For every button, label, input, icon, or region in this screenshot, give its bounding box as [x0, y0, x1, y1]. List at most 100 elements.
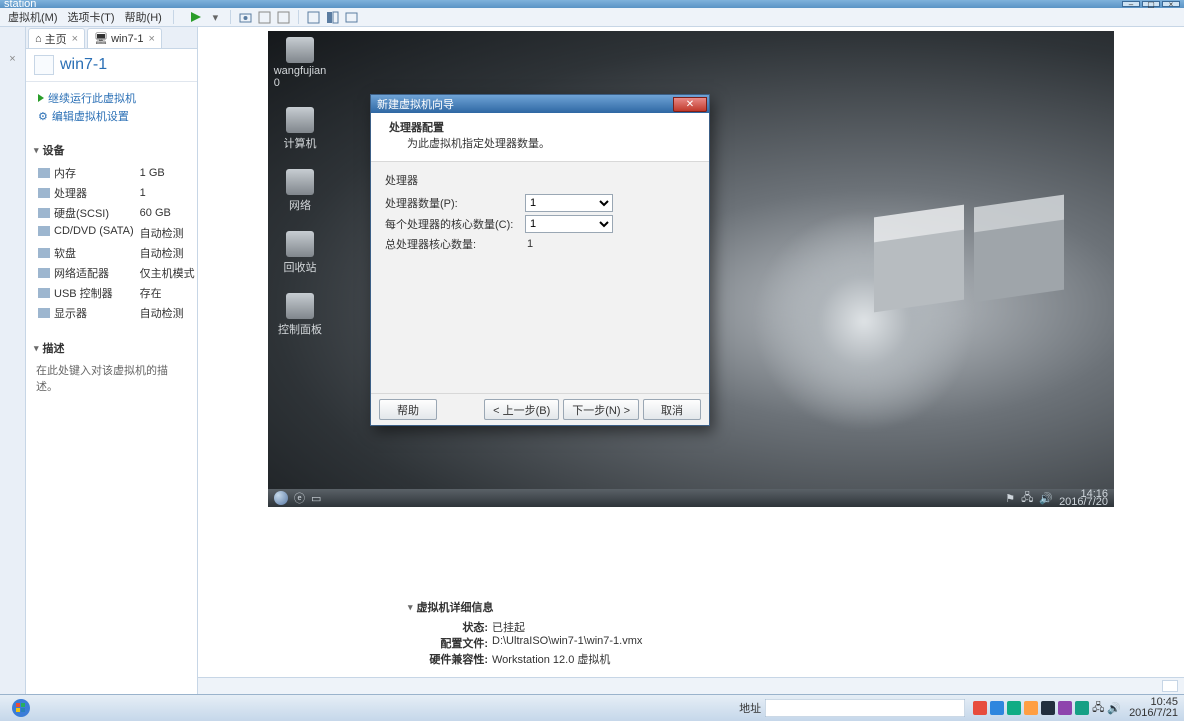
guest-taskbar[interactable]: ⓔ ▭ ⚑ 🖧 🔊 14:16 2016/7/20 — [268, 489, 1114, 507]
desktop-icon-label: 网络 — [289, 197, 311, 213]
close-button[interactable]: × — [1162, 1, 1180, 7]
maximize-button[interactable]: ▢ — [1142, 1, 1160, 7]
menu-bar: 虚拟机(M) 选项卡(T) 帮助(H) ▾ — [0, 8, 1184, 27]
menu-help[interactable]: 帮助(H) — [123, 9, 164, 25]
dropdown-icon[interactable]: ▾ — [208, 10, 223, 25]
status-corner-icon[interactable] — [1162, 680, 1178, 692]
tray-network-icon[interactable]: 🖧 — [1021, 489, 1033, 508]
desktop-icon-label: 回收站 — [284, 259, 317, 275]
play-icon[interactable] — [189, 10, 204, 25]
description-header[interactable]: 描述 — [34, 340, 189, 356]
device-row[interactable]: 软盘自动检测 — [36, 244, 197, 262]
detail-compat-key: 硬件兼容性: — [424, 651, 488, 667]
gear-icon: ⚙ — [38, 110, 48, 123]
tray-volume-icon[interactable]: 🔊 — [1039, 492, 1053, 505]
app-title-bar: station – ▢ × — [0, 0, 1184, 8]
description-placeholder[interactable]: 在此处键入对该虚拟机的描述。 — [34, 360, 189, 394]
console-icon[interactable] — [344, 10, 359, 25]
toolbar-icon-1[interactable] — [257, 10, 272, 25]
wizard-cancel-button[interactable]: 取消 — [643, 399, 701, 420]
menu-vm[interactable]: 虚拟机(M) — [6, 9, 60, 25]
host-start-button[interactable] — [6, 698, 36, 719]
processor-count-label: 处理器数量(P): — [385, 195, 525, 211]
device-row[interactable]: CD/DVD (SATA)自动检测 — [36, 224, 197, 242]
new-vm-wizard-dialog: 新建虚拟机向导 ✕ 处理器配置 为此虚拟机指定处理器数量。 处理器 处理器数量(… — [370, 94, 710, 426]
tray-volume-icon[interactable]: 🔊 — [1107, 702, 1121, 715]
guest-clock-date: 2016/7/20 — [1059, 498, 1108, 506]
tray-icon[interactable] — [1058, 701, 1072, 715]
host-clock[interactable]: 10:45 2016/7/21 — [1129, 697, 1178, 719]
action-continue-vm[interactable]: 继续运行此虚拟机 — [38, 90, 187, 106]
toolbar-icon-2[interactable] — [276, 10, 291, 25]
wizard-title-bar[interactable]: 新建虚拟机向导 ✕ — [371, 95, 709, 113]
menu-tabs[interactable]: 选项卡(T) — [66, 9, 117, 25]
fullscreen-icon[interactable] — [306, 10, 321, 25]
guest-screen[interactable]: wangfujian 0 计算机网络回收站控制面板 新建虚拟机向导 ✕ 处理器配置… — [268, 31, 1114, 507]
desktop-icon-image — [286, 37, 314, 63]
minimize-button[interactable]: – — [1122, 1, 1140, 7]
wizard-close-button[interactable]: ✕ — [673, 97, 707, 112]
left-panel-collapse[interactable]: × — [0, 27, 26, 694]
desktop-icon[interactable]: 计算机 — [276, 107, 324, 151]
guest-clock[interactable]: 14:16 2016/7/20 — [1059, 490, 1108, 506]
desktop-icon-label: 控制面板 — [278, 321, 322, 337]
tab-home[interactable]: ⌂ 主页 × — [28, 28, 85, 48]
device-value: 仅主机模式 — [138, 264, 197, 282]
home-icon: ⌂ — [35, 33, 42, 45]
close-icon[interactable]: × — [9, 53, 15, 694]
tab-close-icon[interactable]: × — [148, 33, 154, 45]
tab-close-icon[interactable]: × — [72, 33, 78, 45]
vm-details-header[interactable]: 虚拟机详细信息 — [408, 599, 1184, 615]
device-value: 60 GB — [138, 204, 197, 222]
device-icon — [38, 288, 50, 298]
tray-icon[interactable] — [1075, 701, 1089, 715]
action-edit-settings[interactable]: ⚙ 编辑虚拟机设置 — [38, 108, 187, 124]
device-value: 自动检测 — [138, 244, 197, 262]
tray-icon[interactable] — [1024, 701, 1038, 715]
devices-header[interactable]: 设备 — [34, 142, 189, 158]
device-row[interactable]: 网络适配器 仅主机模式 — [36, 264, 197, 282]
desktop-icon-image — [286, 169, 314, 195]
wizard-help-button[interactable]: 帮助 — [379, 399, 437, 420]
device-value: 1 — [138, 184, 197, 202]
device-row[interactable]: 处理器1 — [36, 184, 197, 202]
tray-icon[interactable] — [1007, 701, 1021, 715]
detail-config-key: 配置文件: — [424, 635, 488, 651]
start-button[interactable] — [274, 491, 288, 505]
main-area: wangfujian 0计算机网络回收站控制面板 新建虚拟机向导 ✕ 处理器配置… — [198, 27, 1184, 694]
tray-icon[interactable] — [973, 701, 987, 715]
address-field[interactable]: 地址 — [739, 699, 965, 717]
wizard-back-button[interactable]: < 上一步(B) — [484, 399, 559, 420]
device-row[interactable]: 显示器自动检测 — [36, 304, 197, 322]
action-edit-label: 编辑虚拟机设置 — [52, 108, 129, 124]
desktop-icon[interactable]: 控制面板 — [276, 293, 324, 337]
cores-per-processor-label: 每个处理器的核心数量(C): — [385, 216, 525, 232]
desktop-icon[interactable]: 网络 — [276, 169, 324, 213]
desktop-icon-label: wangfujian 0 — [274, 65, 327, 89]
cores-per-processor-select[interactable]: 1 — [525, 215, 613, 233]
taskbar-ie-icon[interactable]: ⓔ — [294, 490, 305, 506]
tray-icon[interactable] — [990, 701, 1004, 715]
desktop-icon[interactable]: 回收站 — [276, 231, 324, 275]
tray-icon[interactable] — [1041, 701, 1055, 715]
device-row[interactable]: USB 控制器存在 — [36, 284, 197, 302]
processor-count-select[interactable]: 1 — [525, 194, 613, 212]
vm-name: win7-1 — [60, 56, 107, 74]
taskbar-explorer-icon[interactable]: ▭ — [311, 492, 321, 505]
tab-vm[interactable]: 🖥 win7-1 × — [87, 28, 162, 48]
device-icon — [38, 208, 50, 218]
sidebar: ⌂ 主页 × 🖥 win7-1 × win7-1 继续运行此虚拟机 ⚙ 编辑虚拟机… — [26, 27, 198, 694]
desktop-icon[interactable]: wangfujian 0 — [276, 37, 324, 89]
device-label: 网络适配器 — [54, 265, 109, 281]
tray-flag-icon[interactable]: ⚑ — [1005, 492, 1015, 505]
device-icon — [38, 188, 50, 198]
device-row[interactable]: 硬盘(SCSI)60 GB — [36, 204, 197, 222]
wizard-next-button[interactable]: 下一步(N) > — [563, 399, 639, 420]
device-row[interactable]: 内存1 GB — [36, 164, 197, 182]
snapshot-icon[interactable] — [238, 10, 253, 25]
unity-icon[interactable] — [325, 10, 340, 25]
host-taskbar[interactable]: 地址 🖧 🔊 10:45 2016/7/21 — [0, 694, 1184, 721]
wizard-group-label: 处理器 — [385, 172, 695, 188]
tray-network-icon[interactable]: 🖧 — [1092, 699, 1104, 718]
desktop-icon-image — [286, 231, 314, 257]
